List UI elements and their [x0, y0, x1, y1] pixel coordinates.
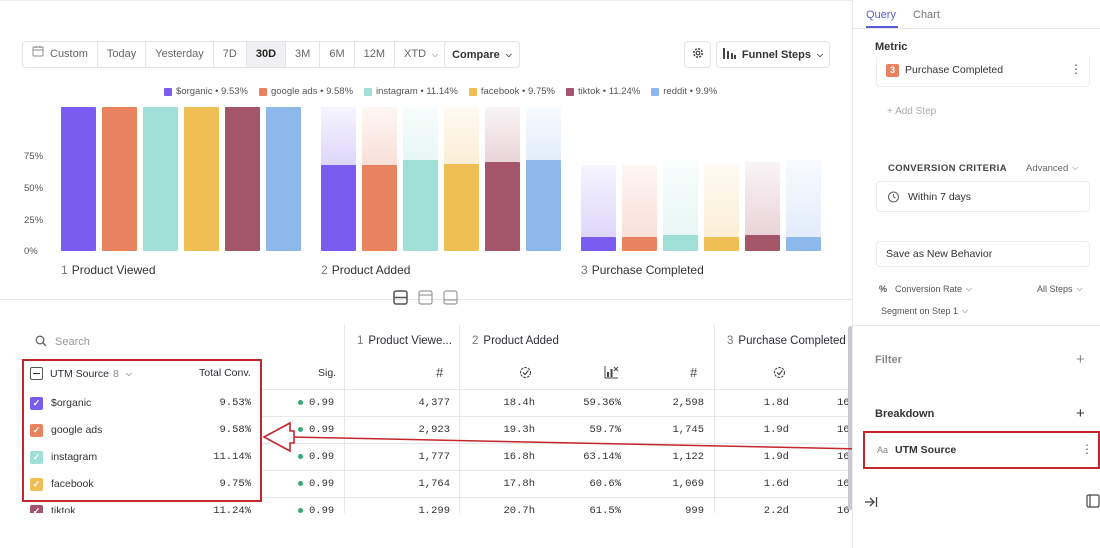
more-vertical-icon[interactable]: ⋮: [1070, 62, 1082, 76]
significance-dot: [298, 507, 303, 513]
text-type-icon: Aa: [877, 445, 889, 455]
row-step2-count: 1,069: [672, 478, 704, 490]
row-sig: 0.99: [298, 471, 334, 498]
conversion-criteria-title: CONVERSION CRITERIA: [888, 163, 1007, 174]
metric-title: Metric: [875, 41, 908, 53]
significance-dot: [298, 480, 303, 486]
tab-chart[interactable]: Chart: [913, 9, 940, 21]
row-step2-conv: 59.36%: [583, 397, 621, 409]
row-name: $organic: [51, 397, 92, 409]
table-bottom-mask: [0, 513, 852, 548]
row-total-conv: 9.75%: [219, 478, 251, 490]
segment-label: Segment on Step 1: [881, 306, 959, 316]
conversion-rate-dropdown[interactable]: Conversion Rate ⌵: [895, 284, 972, 294]
add-filter-icon[interactable]: +: [1076, 351, 1085, 368]
row-step2-conv: 60.6%: [589, 478, 621, 490]
row-name: instagram: [51, 451, 98, 463]
breakdown-item-label[interactable]: UTM Source: [895, 444, 956, 456]
chevron-down-icon: ⌵: [966, 284, 973, 293]
row-step1-count: 4,377: [418, 397, 450, 409]
segment-dropdown[interactable]: Segment on Step 1 ⌵: [881, 306, 968, 316]
table-rows: ✓ $organic 9.53% 0.99 4,377 18.4h 59.36% 2,598 1…: [0, 0, 852, 548]
row-step2-time: 18.4h: [503, 397, 535, 409]
row-total-conv: 9.58%: [219, 424, 251, 436]
row-step2-count: 2,598: [672, 397, 704, 409]
row-total-conv: 11.14%: [213, 451, 251, 463]
panel-toggle-icon[interactable]: [1086, 494, 1100, 513]
advanced-dropdown[interactable]: Advanced ⌵: [1026, 163, 1078, 174]
chevron-down-icon: ⌵: [962, 306, 969, 315]
row-checkbox[interactable]: ✓: [30, 424, 43, 437]
step-number-badge: 3: [886, 64, 899, 77]
collapse-panel-icon[interactable]: [864, 495, 878, 513]
row-name: google ads: [51, 424, 103, 436]
filter-title: Filter: [875, 354, 902, 366]
row-step2-time: 17.8h: [503, 478, 535, 490]
table-row[interactable]: ✓ facebook 9.75% 0.99 1,764 17.8h 60.6% 1,069 1.…: [22, 471, 850, 498]
section-divider: [853, 325, 1100, 326]
step-name: Purchase Completed: [905, 64, 1004, 76]
within-days-card[interactable]: Within 7 days: [876, 181, 1090, 212]
row-checkbox[interactable]: ✓: [30, 451, 43, 464]
add-step-button[interactable]: + Add Step: [887, 106, 936, 117]
breakdown-title: Breakdown: [875, 408, 935, 420]
save-behavior-button[interactable]: Save as New Behavior: [876, 241, 1090, 267]
table-row[interactable]: ✓ $organic 9.53% 0.99 4,377 18.4h 59.36% 2,598 1…: [22, 390, 850, 417]
chevron-down-icon: ⌵: [1072, 163, 1079, 172]
annotation-arrow: [262, 421, 863, 453]
save-behavior-label: Save as New Behavior: [886, 248, 993, 260]
conversion-rate-label: Conversion Rate: [895, 284, 963, 294]
row-step1-count: 1,764: [418, 478, 450, 490]
metric-step-card[interactable]: 3 Purchase Completed ⋮: [876, 55, 1090, 87]
significance-dot: [298, 399, 303, 405]
tabs-divider: [853, 28, 1100, 29]
row-step3-time: 1.8d: [763, 397, 789, 409]
clock-icon: [887, 190, 900, 208]
percent-icon: %: [879, 284, 888, 294]
row-sig: 0.99: [298, 390, 334, 417]
add-breakdown-icon[interactable]: +: [1076, 405, 1085, 422]
row-name: facebook: [51, 478, 94, 490]
chevron-down-icon: ⌵: [1076, 284, 1083, 293]
row-checkbox[interactable]: ✓: [30, 397, 43, 410]
tab-query[interactable]: Query: [866, 9, 896, 21]
row-total-conv: 9.53%: [219, 397, 251, 409]
row-step3-time: 1.6d: [763, 478, 789, 490]
advanced-label: Advanced: [1026, 163, 1069, 174]
all-steps-dropdown[interactable]: All Steps ⌵: [1037, 284, 1083, 294]
row-checkbox[interactable]: ✓: [30, 478, 43, 491]
all-steps-label: All Steps: [1037, 284, 1073, 294]
within-label: Within 7 days: [908, 191, 972, 203]
more-vertical-icon[interactable]: ⋮: [1081, 442, 1093, 456]
